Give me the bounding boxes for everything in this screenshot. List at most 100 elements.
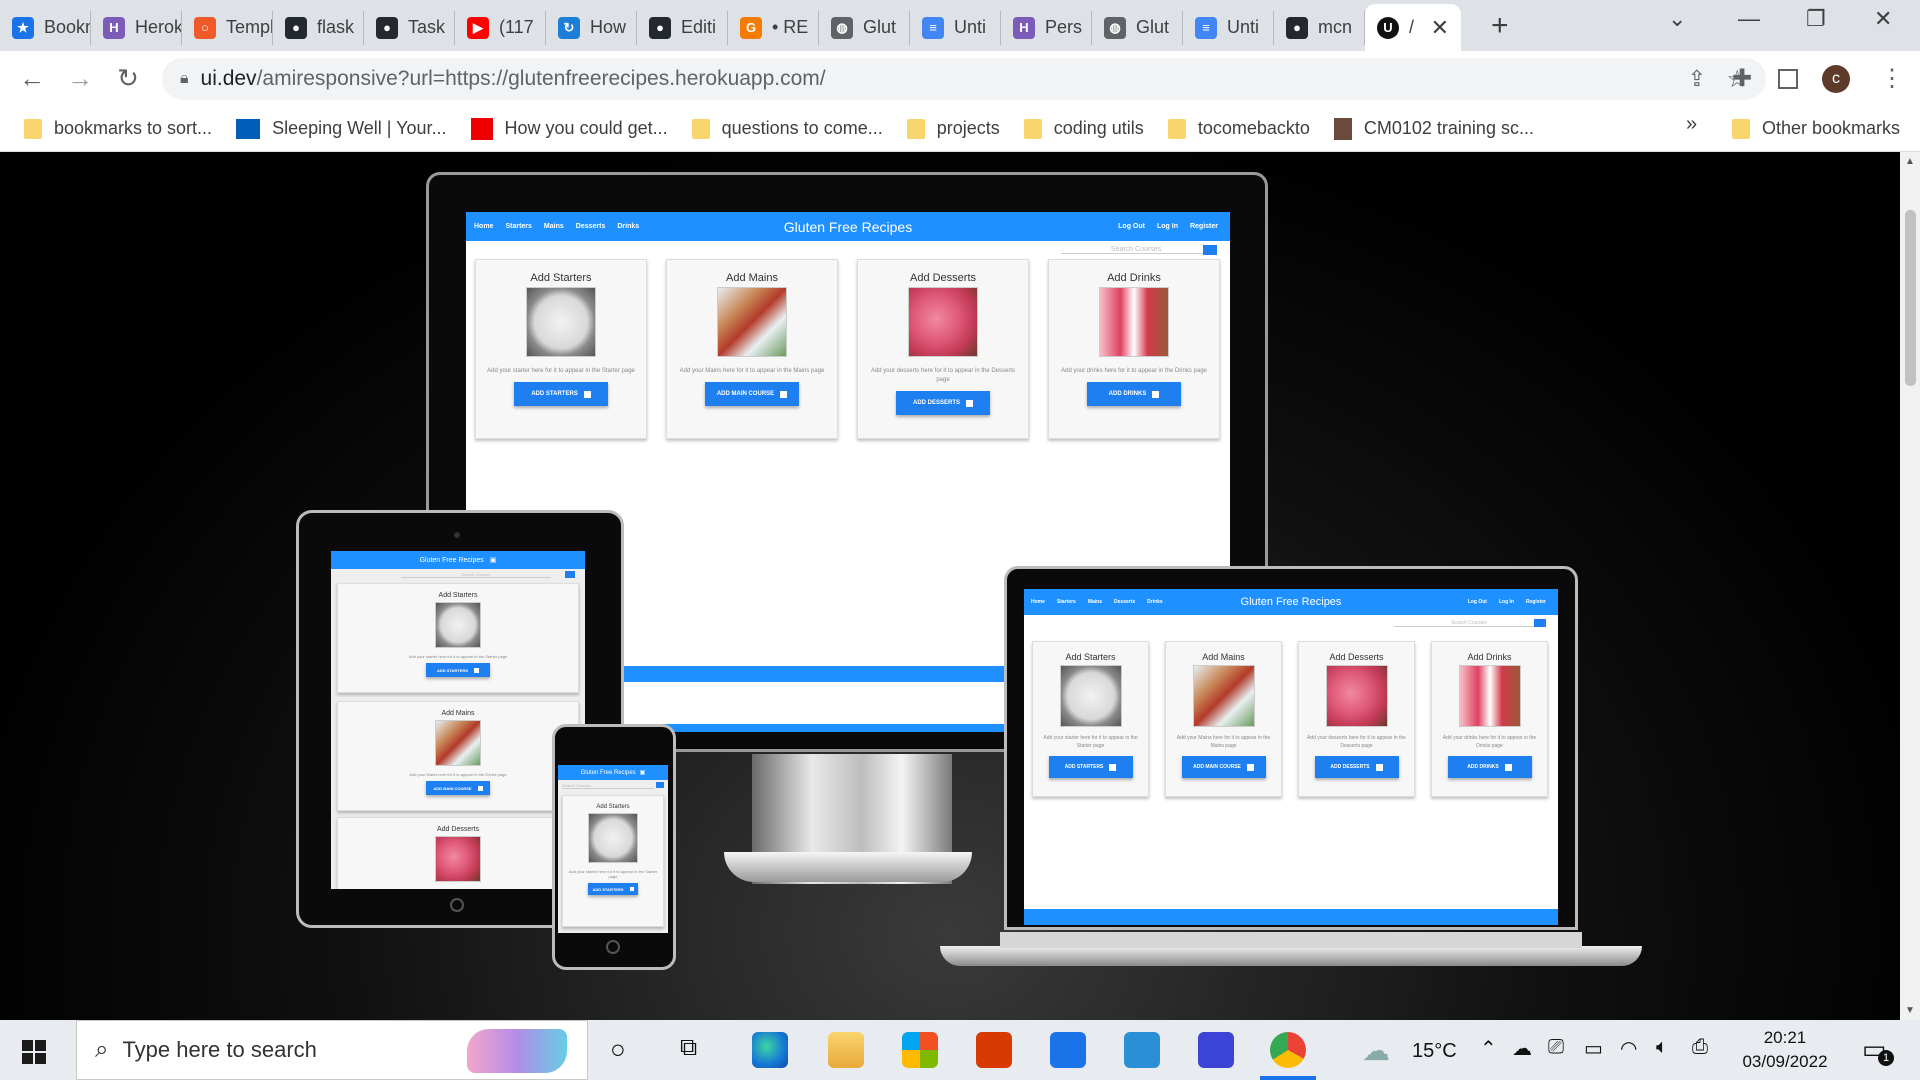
- browser-tab[interactable]: ◍ Glut: [1092, 10, 1183, 45]
- display-icon[interactable]: ⎚: [1548, 1036, 1564, 1059]
- browser-tab[interactable]: ● Task: [364, 10, 455, 45]
- side-panel-icon[interactable]: [1778, 68, 1798, 89]
- browser-tab[interactable]: ◍ Glut: [819, 10, 910, 45]
- browser-tab[interactable]: H Pers: [1001, 10, 1092, 45]
- browser-tab[interactable]: ★ Bookmarks: [0, 10, 91, 45]
- add-course-button[interactable]: ADD DRINKS: [1087, 382, 1181, 406]
- add-course-button[interactable]: ADD STARTERS: [426, 663, 490, 677]
- browser-tab[interactable]: G • RE: [728, 10, 819, 45]
- tablet-search-icon[interactable]: [565, 571, 575, 578]
- forward-arrow-icon[interactable]: →: [56, 63, 104, 94]
- menu-dots-icon[interactable]: ⋮: [1880, 64, 1904, 93]
- tab-search-icon[interactable]: ⌄: [1668, 6, 1686, 32]
- phone-home-button[interactable]: [606, 940, 620, 954]
- vscode-icon[interactable]: [1124, 1032, 1160, 1068]
- browser-tab[interactable]: ▶ (117: [455, 10, 546, 45]
- bookmarks-overflow[interactable]: »: [1686, 113, 1697, 136]
- back-arrow-icon[interactable]: ←: [8, 63, 56, 94]
- phone-search-icon[interactable]: [656, 782, 664, 788]
- other-bookmarks[interactable]: Other bookmarks: [1732, 118, 1900, 139]
- share-icon[interactable]: ⇪: [1688, 66, 1706, 92]
- scrollbar-thumb[interactable]: [1905, 210, 1916, 386]
- laptop-search-input[interactable]: Search Courses: [1394, 620, 1544, 627]
- bookmark-item[interactable]: bookmarks to sort...: [24, 118, 212, 139]
- page-scrollbar[interactable]: ▲ ▼: [1900, 152, 1920, 1020]
- close-window-button[interactable]: ✕: [1874, 6, 1892, 32]
- browser-tab[interactable]: ≡ Unti: [910, 10, 1001, 45]
- browser-tab[interactable]: ○ Template: [182, 10, 273, 45]
- laptop-base: [940, 946, 1642, 966]
- taskbar-search-box[interactable]: ⌕ Type here to search: [76, 1020, 588, 1080]
- scroll-down-arrow-icon[interactable]: ▼: [1905, 1005, 1915, 1016]
- browser-tab[interactable]: ≡ Unti: [1183, 10, 1274, 45]
- bookmark-item[interactable]: How you could get...: [470, 117, 668, 140]
- add-course-button[interactable]: ADD MAIN COURSE: [426, 781, 490, 795]
- chrome-icon[interactable]: [1270, 1032, 1306, 1068]
- tablet-search-input[interactable]: Search Courses: [401, 572, 551, 578]
- desktop-search-input[interactable]: Search Courses: [1061, 246, 1211, 254]
- profile-avatar[interactable]: c: [1822, 64, 1850, 93]
- minimize-button[interactable]: —: [1738, 6, 1760, 32]
- nav-link[interactable]: Log Out: [1118, 223, 1145, 230]
- browser-tab[interactable]: ● mcn: [1274, 10, 1365, 45]
- browser-tab[interactable]: ↻ How: [546, 10, 637, 45]
- meet-now-icon[interactable]: ⎙: [1692, 1036, 1708, 1059]
- browser-tab[interactable]: H Heroku: [91, 10, 182, 45]
- tablet-menu-icon[interactable]: ▣: [490, 556, 497, 564]
- office-icon[interactable]: [976, 1032, 1012, 1068]
- clock[interactable]: 20:21 03/09/2022: [1730, 1026, 1840, 1074]
- show-hidden-icons-chevron[interactable]: ⌃: [1480, 1036, 1497, 1061]
- scroll-up-arrow-icon[interactable]: ▲: [1905, 156, 1915, 167]
- wifi-icon[interactable]: ◠: [1620, 1036, 1637, 1061]
- nav-link[interactable]: Register: [1526, 599, 1546, 605]
- new-tab-button[interactable]: +: [1491, 9, 1509, 43]
- bookmark-item[interactable]: Sleeping Well | Your...: [236, 118, 447, 139]
- add-course-button[interactable]: ADD DESSERTS: [1314, 756, 1399, 778]
- cortana-icon[interactable]: ○: [610, 1034, 626, 1065]
- phone-search-input[interactable]: Search Courses: [562, 783, 654, 789]
- phone-navbar: Gluten Free Recipes ▣: [558, 765, 668, 780]
- laptop-search-icon[interactable]: [1534, 619, 1546, 627]
- nav-link[interactable]: Log Out: [1468, 599, 1487, 605]
- weather-temp[interactable]: 15°C: [1412, 1040, 1457, 1063]
- close-tab-icon[interactable]: ✕: [1431, 15, 1449, 41]
- bookmark-item[interactable]: tocomebackto: [1167, 118, 1310, 139]
- nav-link[interactable]: Log In: [1499, 599, 1514, 605]
- edge-icon[interactable]: [752, 1032, 788, 1068]
- browser-tab[interactable]: ● flask: [273, 10, 364, 45]
- phone-menu-icon[interactable]: ▣: [640, 769, 646, 776]
- course-card: Add Mains Add your Mains here for it to a…: [666, 259, 838, 439]
- browser-tab[interactable]: ● Editi: [637, 10, 728, 45]
- add-course-button[interactable]: ADD STARTERS: [514, 382, 608, 406]
- bookmark-item[interactable]: coding utils: [1023, 118, 1144, 139]
- volume-icon[interactable]: 🔈︎: [1656, 1036, 1668, 1059]
- mail-icon[interactable]: [1050, 1032, 1086, 1068]
- nav-link[interactable]: Register: [1190, 223, 1218, 230]
- desktop-search-icon[interactable]: [1203, 245, 1217, 255]
- battery-icon[interactable]: ▭: [1584, 1036, 1603, 1061]
- weather-cloud-icon[interactable]: ☁: [1362, 1034, 1390, 1067]
- nav-link[interactable]: Log In: [1157, 223, 1178, 230]
- bookmark-item[interactable]: CM0102 training sc...: [1333, 117, 1534, 140]
- plus-box-icon: [1246, 763, 1254, 771]
- task-view-icon[interactable]: ⧉: [680, 1034, 697, 1062]
- store-icon[interactable]: [902, 1032, 938, 1068]
- address-bar[interactable]: 🔒︎ ui.dev/amiresponsive?url=https://glut…: [162, 58, 1766, 100]
- extensions-icon[interactable]: ✚: [1732, 64, 1752, 93]
- browser-tab-active[interactable]: U / ✕: [1365, 4, 1461, 51]
- reload-icon[interactable]: ↻: [104, 63, 152, 94]
- file-explorer-icon[interactable]: [828, 1032, 864, 1068]
- add-course-button[interactable]: ADD DRINKS: [1447, 756, 1532, 778]
- bookmark-item[interactable]: projects: [906, 118, 1000, 139]
- tablet-home-button[interactable]: [450, 898, 464, 912]
- add-course-button[interactable]: ADD DESSERTS: [896, 391, 990, 415]
- bookmark-item[interactable]: questions to come...: [691, 118, 883, 139]
- windows-start-icon[interactable]: [22, 1040, 46, 1064]
- app-icon[interactable]: [1198, 1032, 1234, 1068]
- add-course-button[interactable]: ADD MAIN COURSE: [1181, 756, 1266, 778]
- add-course-button[interactable]: ADD STARTERS: [1048, 756, 1133, 778]
- onedrive-icon[interactable]: ☁: [1512, 1036, 1532, 1061]
- add-course-button[interactable]: ADD MAIN COURSE: [705, 382, 799, 406]
- restore-button[interactable]: ❐: [1806, 6, 1826, 32]
- add-course-button[interactable]: ADD STARTERS: [588, 883, 638, 895]
